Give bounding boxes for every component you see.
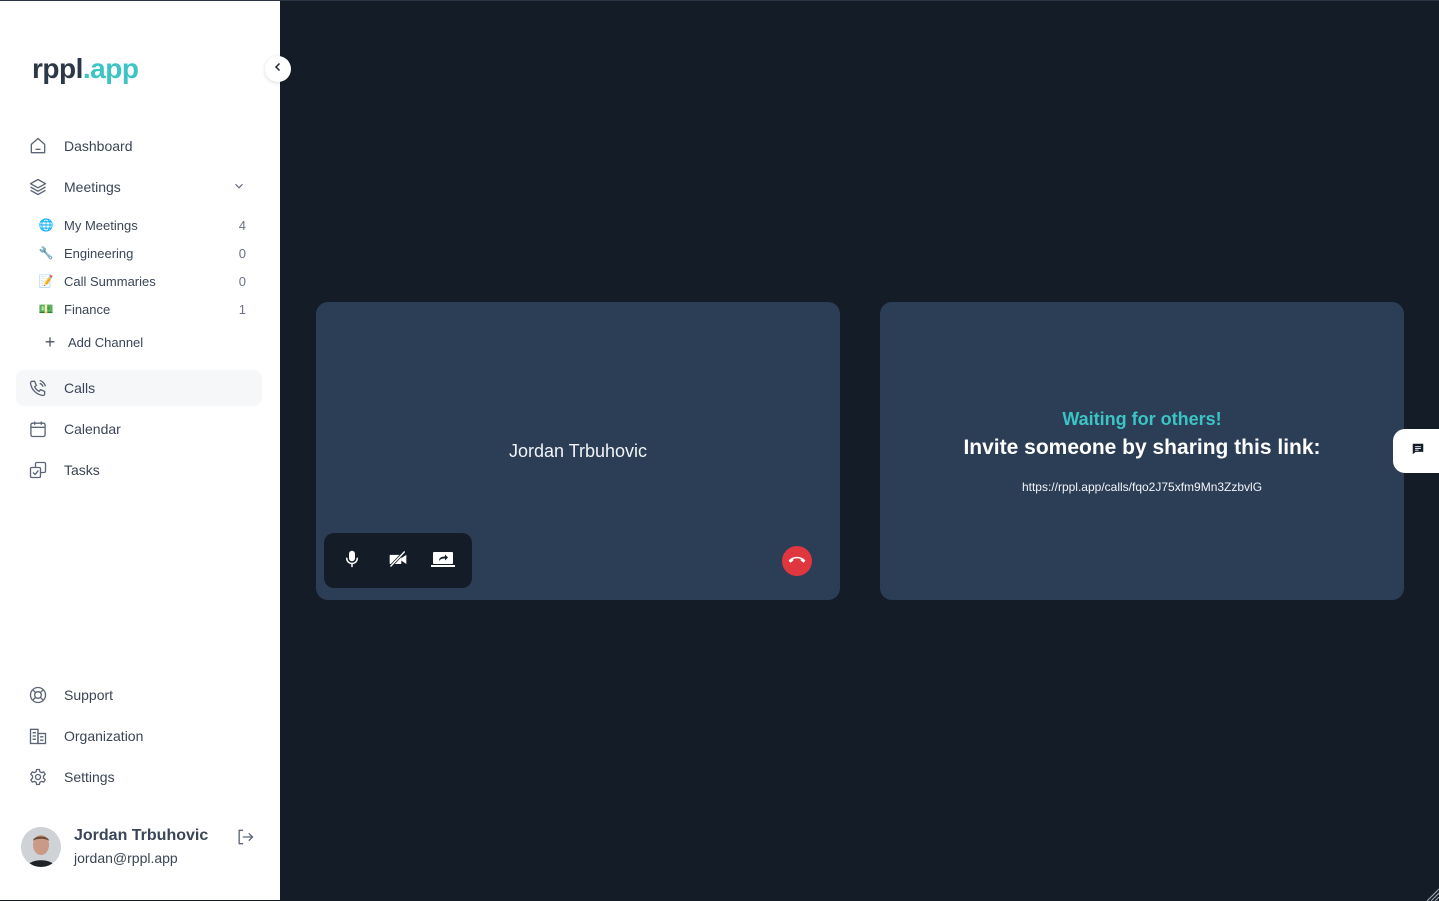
calendar-icon: [26, 417, 50, 441]
add-channel-button[interactable]: + Add Channel: [40, 331, 143, 353]
building-icon: [26, 724, 50, 748]
collapse-sidebar-button[interactable]: [265, 56, 291, 82]
channel-engineering[interactable]: 🔧 Engineering 0: [36, 241, 250, 265]
channel-label: Call Summaries: [64, 273, 156, 289]
hang-up-button[interactable]: [782, 546, 812, 576]
globe-icon: 🌐: [38, 218, 54, 232]
sidebar-item-tasks[interactable]: Tasks: [16, 452, 262, 488]
money-icon: 💵: [38, 302, 54, 316]
channel-count: 0: [238, 273, 246, 289]
sidebar-item-meetings[interactable]: Meetings: [16, 169, 262, 205]
sidebar-item-label: Tasks: [64, 462, 100, 478]
channel-label: Finance: [64, 301, 111, 317]
plus-icon: +: [44, 331, 56, 352]
user-name: Jordan Trbuhovic: [74, 827, 209, 844]
wrench-icon: 🔧: [38, 246, 54, 260]
sidebar-item-dashboard[interactable]: Dashboard: [16, 128, 262, 164]
share-screen-icon: [431, 549, 455, 574]
sidebar-item-label: Dashboard: [64, 138, 133, 154]
tasks-icon: [26, 458, 50, 482]
call-controls: [324, 533, 472, 588]
home-icon: [26, 134, 50, 158]
microphone-icon: [343, 549, 361, 574]
invite-link[interactable]: https://rppl.app/calls/fqo2J75xfm9Mn3Zzb…: [880, 480, 1404, 494]
sidebar-item-label: Calendar: [64, 421, 121, 437]
lifebuoy-icon: [26, 683, 50, 707]
sidebar-item-label: Organization: [64, 728, 144, 744]
share-screen-button[interactable]: [430, 548, 456, 574]
sidebar-item-calls[interactable]: Calls: [16, 370, 262, 406]
logout-icon[interactable]: [234, 827, 256, 852]
layers-icon: [26, 175, 50, 199]
memo-icon: 📝: [38, 274, 54, 288]
channel-label: Engineering: [64, 245, 134, 261]
add-channel-label: Add Channel: [68, 334, 144, 350]
phone-call-icon: [26, 376, 50, 400]
sidebar-item-support[interactable]: Support: [16, 677, 262, 713]
chevron-down-icon[interactable]: [232, 179, 246, 198]
sidebar-item-label: Support: [64, 687, 114, 703]
channel-my-meetings[interactable]: 🌐 My Meetings 4: [36, 213, 250, 237]
hang-up-icon: [787, 552, 807, 570]
chevron-left-icon: [272, 60, 284, 78]
logo-text: rppl: [32, 53, 83, 84]
camera-toggle-button[interactable]: [385, 548, 411, 574]
gear-icon: [26, 765, 50, 789]
sidebar-item-label: Calls: [64, 380, 96, 396]
waiting-message: Waiting for others!: [1062, 409, 1222, 429]
invite-heading: Invite someone by sharing this link:: [963, 436, 1321, 459]
sidebar-item-calendar[interactable]: Calendar: [16, 411, 262, 447]
sidebar-item-label: Meetings: [64, 179, 121, 195]
camera-off-icon: [387, 549, 409, 574]
channel-count: 4: [238, 217, 246, 233]
channel-call-summaries[interactable]: 📝 Call Summaries 0: [36, 269, 250, 293]
sidebar: rppl.app Dashboard Meetings 🌐 My Meeting…: [0, 1, 280, 900]
chat-toggle-button[interactable]: [1393, 429, 1439, 473]
sidebar-item-organization[interactable]: Organization: [16, 718, 262, 754]
sidebar-item-settings[interactable]: Settings: [16, 759, 262, 795]
channel-finance[interactable]: 💵 Finance 1: [36, 297, 250, 321]
channel-label: My Meetings: [64, 217, 138, 233]
logo[interactable]: rppl.app: [32, 53, 139, 85]
user-profile: Jordan Trbuhovic jordan@rppl.app: [21, 827, 271, 871]
self-video-tile: Jordan Trbuhovic: [316, 302, 840, 600]
participant-name: Jordan Trbuhovic: [508, 441, 648, 461]
sidebar-item-label: Settings: [64, 769, 115, 785]
channel-count: 0: [238, 245, 246, 261]
avatar[interactable]: [21, 827, 61, 867]
user-email: jordan@rppl.app: [74, 850, 178, 866]
microphone-button[interactable]: [339, 548, 365, 574]
invite-tile: Waiting for others! Invite someone by sh…: [880, 302, 1404, 600]
chat-icon: [1411, 442, 1425, 461]
channel-count: 1: [238, 301, 246, 317]
resize-handle-icon[interactable]: [1425, 887, 1439, 901]
logo-accent-text: .app: [82, 53, 139, 84]
